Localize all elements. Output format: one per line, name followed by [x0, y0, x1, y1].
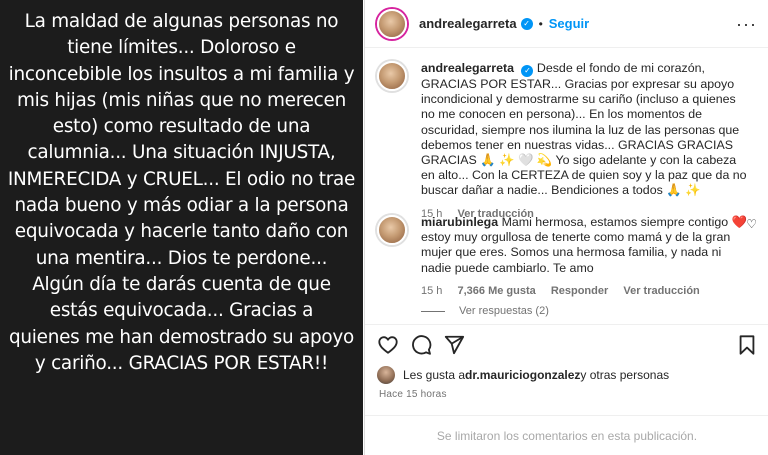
comment-icon[interactable] [410, 334, 432, 361]
media-text-line: mis hijas (mis niñas que no merecen [16, 89, 347, 111]
comment-body: miarubinlega Mami hermosa, estamos siemp… [421, 215, 747, 299]
liker-avatar[interactable] [377, 366, 395, 384]
post-timestamp[interactable]: Hace 15 horas [379, 389, 447, 400]
verified-badge-icon: ✓ [521, 65, 534, 77]
header-separator: • [538, 16, 543, 31]
heart-icon[interactable] [377, 334, 399, 361]
post-panel: andrealegarreta ✓ • Seguir ··· andrealeg… [364, 0, 768, 455]
media-text-line: y cariño... GRACIAS POR ESTAR!! [34, 352, 329, 374]
commenter-avatar[interactable] [377, 215, 407, 245]
likes-suffix[interactable]: y otras personas [580, 368, 669, 382]
replies-divider [421, 310, 445, 312]
bookmark-icon[interactable] [737, 334, 757, 361]
media-text-line: equivocada y hacerle tanto daño con [14, 221, 349, 243]
media-text-line: estás equivocada... Gracias a [49, 300, 314, 322]
post-media: La maldad de algunas personas no tiene l… [0, 0, 363, 455]
comment-like-heart-icon[interactable]: ♡ [746, 217, 757, 231]
post-media-text: La maldad de algunas personas no tiene l… [0, 9, 363, 377]
media-text-line: nada bueno y más odiar a la persona [14, 195, 349, 217]
likes-summary: Les gusta a dr.mauriciogonzalez y otras … [377, 366, 669, 384]
caption-avatar[interactable] [377, 61, 407, 91]
comment-meta: 15 h 7,366 Me gusta Responder Ver traduc… [421, 284, 747, 299]
comment-likes[interactable]: 7,366 Me gusta [457, 285, 535, 297]
view-replies-label[interactable]: Ver respuestas (2) [459, 305, 549, 317]
caption-body: andrealegarreta ✓ Desde el fondo de mi c… [421, 61, 747, 222]
author-username[interactable]: andrealegarreta [419, 16, 517, 31]
action-bar [365, 324, 768, 364]
media-text-line: calumnia... Una situación INJUSTA, [27, 142, 336, 164]
likes-prefix: Les gusta a [403, 368, 466, 382]
media-text-line: esto) como resultado de una [52, 116, 311, 138]
view-replies[interactable]: Ver respuestas (2) [421, 305, 549, 317]
media-text-line: La maldad de algunas personas no [24, 11, 339, 32]
caption-text: Desde el fondo de mi corazón, GRACIAS PO… [421, 61, 747, 198]
media-text-line: inconcebible los insultos a mi familia y [8, 63, 355, 85]
author-avatar[interactable] [377, 8, 407, 39]
comments-list: andrealegarreta ✓ Desde el fondo de mi c… [365, 49, 768, 324]
media-text-line: quienes me han demostrado su apoyo [8, 326, 355, 348]
comments-limited-notice: Se limitaron los comentarios en esta pub… [365, 415, 768, 455]
comment-time: 15 h [421, 284, 443, 297]
media-text-line: Algún día te darás cuenta de que [32, 273, 331, 295]
liker-username[interactable]: dr.mauriciogonzalez [465, 368, 580, 382]
comment-reply-link[interactable]: Responder [551, 285, 608, 297]
media-text-line: INMERECIDA y CRUEL... El odio no trae [7, 168, 356, 190]
comment-translate-link[interactable]: Ver traducción [623, 285, 699, 297]
follow-button[interactable]: Seguir [549, 16, 589, 31]
post-header: andrealegarreta ✓ • Seguir ··· [365, 0, 768, 48]
comment-username[interactable]: miarubinlega [421, 215, 498, 229]
more-options-icon[interactable]: ··· [736, 14, 757, 35]
caption-username[interactable]: andrealegarreta [421, 61, 514, 75]
verified-badge-icon: ✓ [520, 17, 533, 30]
media-text-line: tiene límites... Doloroso e [67, 37, 296, 59]
share-icon[interactable] [443, 334, 465, 361]
media-text-line: una mentira... Dios te perdone... [35, 247, 328, 269]
